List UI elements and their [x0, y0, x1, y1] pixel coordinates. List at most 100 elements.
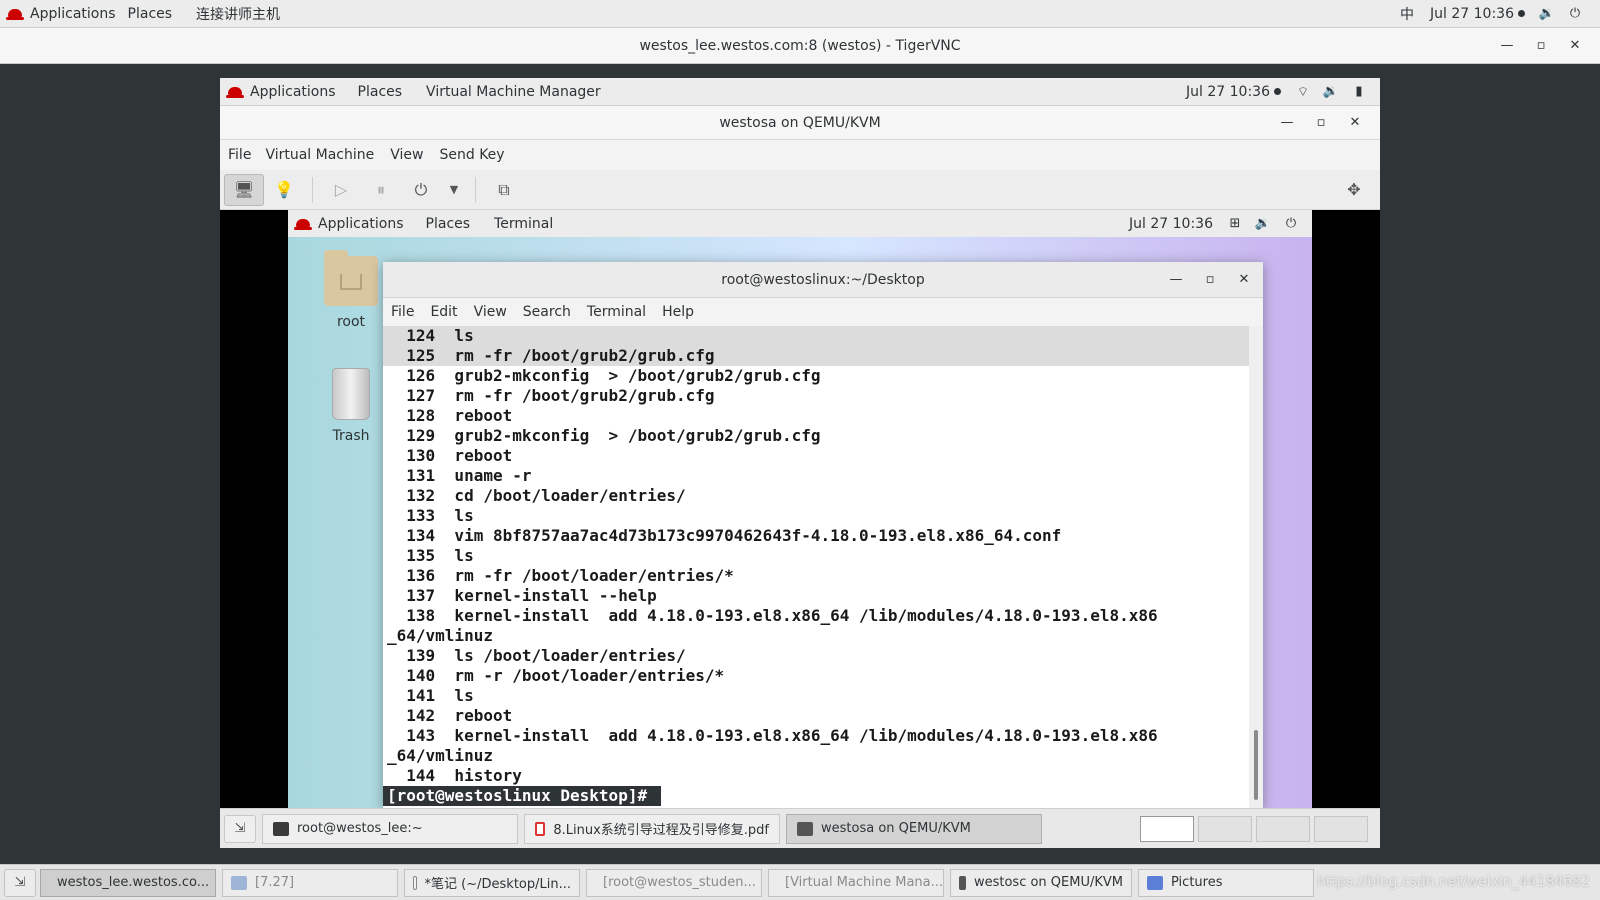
terminal-window: root@westoslinux:~/Desktop — ▫ ✕ File Ed…	[383, 262, 1263, 808]
toolbar-separator	[312, 176, 313, 203]
workspace-4[interactable]	[1314, 815, 1368, 842]
remote-clock[interactable]: Jul 27 10:36	[1178, 84, 1289, 100]
remote-task-vm[interactable]: westosa on QEMU/KVM	[786, 813, 1042, 844]
show-desktop-icon[interactable]: ⇲	[224, 814, 256, 843]
remote-task-terminal[interactable]: root@westos_lee:~	[262, 813, 518, 844]
remote-task-pdf[interactable]: 8.Linux系统引导过程及引导修复.pdf	[524, 813, 780, 844]
terminal-cursor	[670, 788, 681, 805]
shutdown-dropdown-icon[interactable]: ▼	[441, 174, 467, 206]
snapshot-icon[interactable]: ⧉	[484, 174, 524, 206]
host-task-terminal[interactable]: [root@westos_studen...	[586, 868, 762, 897]
host-task-label: westosc on QEMU/KVM	[973, 875, 1123, 890]
close-icon[interactable]: ✕	[1558, 38, 1592, 53]
console-view-icon[interactable]: 🖥	[224, 173, 264, 206]
host-places-menu[interactable]: Places	[116, 6, 185, 22]
workspace-1[interactable]	[1140, 815, 1194, 842]
host-clock[interactable]: Jul 27 10:36	[1422, 6, 1533, 22]
remote-task-label: 8.Linux系统引导过程及引导修复.pdf	[553, 823, 769, 838]
host-task-pictures[interactable]: Pictures	[1138, 868, 1314, 897]
show-desktop-icon[interactable]: ⇲	[4, 868, 36, 897]
guest-desktop[interactable]: Applications Places Terminal Jul 27 10:3…	[288, 210, 1312, 808]
minimize-icon[interactable]: —	[1490, 38, 1524, 53]
maximize-icon[interactable]: ▫	[1193, 272, 1227, 287]
host-task-vnc[interactable]: westos_lee.westos.co...	[40, 868, 216, 897]
terminal-line: 138 kernel-install add 4.18.0-193.el8.x8…	[387, 606, 1158, 625]
terminal-menu-view[interactable]: View	[466, 304, 515, 320]
guest-places-menu[interactable]: Places	[414, 216, 483, 232]
remote-places-menu[interactable]: Places	[346, 84, 415, 100]
terminal-app-icon	[273, 821, 289, 836]
volume-icon[interactable]: 🔉	[1252, 213, 1274, 235]
minimize-icon[interactable]: —	[1159, 272, 1193, 287]
volume-icon[interactable]: 🔉	[1536, 3, 1558, 25]
vm-menu-file[interactable]: File	[222, 147, 257, 163]
fullscreen-icon[interactable]: ✥	[1334, 174, 1374, 206]
maximize-icon[interactable]: ▫	[1304, 115, 1338, 130]
host-task-label: [7.27]	[255, 875, 295, 890]
vm-console[interactable]: Applications Places Terminal Jul 27 10:3…	[220, 210, 1380, 808]
redhat-logo-icon	[226, 87, 244, 98]
vm-window-titlebar: westosa on QEMU/KVM — ▫ ✕	[220, 106, 1380, 140]
pause-icon[interactable]: ⏸	[361, 174, 401, 206]
vnc-window-controls: — ▫ ✕	[1490, 28, 1592, 63]
host-custom-app-menu[interactable]: 连接讲师主机	[184, 4, 292, 24]
terminal-title: root@westoslinux:~/Desktop	[721, 271, 925, 288]
terminal-line: 124 ls	[383, 326, 1249, 346]
minimize-icon[interactable]: —	[1270, 115, 1304, 130]
close-icon[interactable]: ✕	[1227, 272, 1261, 287]
vm-menubar: File Virtual Machine View Send Key	[220, 140, 1380, 170]
host-task-westosc[interactable]: westosc on QEMU/KVM	[950, 868, 1132, 897]
host-top-bar: Applications Places 连接讲师主机 中 Jul 27 10:3…	[0, 0, 1600, 28]
home-folder-label: root	[336, 314, 366, 330]
terminal-prompt: [root@westoslinux Desktop]#	[383, 786, 661, 806]
close-icon[interactable]: ✕	[1338, 115, 1372, 130]
terminal-menu-terminal[interactable]: Terminal	[579, 304, 654, 320]
text-editor-icon	[413, 875, 417, 890]
trash-label: Trash	[332, 428, 370, 444]
host-task-notes[interactable]: *笔记 (~/Desktop/Lin...	[404, 868, 580, 897]
host-applications-menu[interactable]: Applications	[0, 6, 116, 22]
remote-clock-label: Jul 27 10:36	[1186, 83, 1270, 100]
network-icon[interactable]: ⊞	[1224, 213, 1246, 235]
terminal-menu-help[interactable]: Help	[654, 304, 702, 320]
guest-terminal-menu[interactable]: Terminal	[482, 216, 565, 232]
workspace-3[interactable]	[1256, 815, 1310, 842]
vm-app-icon	[797, 821, 813, 836]
redhat-logo-icon	[294, 219, 312, 230]
vm-window-title: westosa on QEMU/KVM	[719, 114, 881, 131]
volume-icon[interactable]: 🔉	[1320, 81, 1342, 103]
guest-clock[interactable]: Jul 27 10:36	[1121, 216, 1221, 232]
terminal-menu-search[interactable]: Search	[515, 304, 579, 320]
pdf-app-icon	[535, 821, 546, 836]
terminal-line: 129 grub2-mkconfig > /boot/grub2/grub.cf…	[387, 426, 821, 445]
power-icon[interactable]: ⏻	[1564, 3, 1586, 25]
details-view-icon[interactable]: 💡	[264, 174, 304, 206]
terminal-line: 127 rm -fr /boot/grub2/grub.cfg	[387, 386, 715, 405]
remote-vmm-menu[interactable]: Virtual Machine Manager	[414, 84, 613, 100]
run-icon[interactable]: ▷	[321, 174, 361, 206]
terminal-menu-file[interactable]: File	[383, 304, 422, 320]
desktop-home-folder[interactable]: root	[316, 250, 386, 330]
host-task-doc[interactable]: [7.27]	[222, 868, 398, 897]
vm-menu-virtual-machine[interactable]: Virtual Machine	[257, 147, 382, 163]
remote-task-label: root@westos_lee:~	[297, 821, 423, 836]
remote-applications-menu[interactable]: Applications	[250, 84, 346, 100]
vm-menu-send-key[interactable]: Send Key	[431, 147, 512, 163]
power-icon[interactable]: ⏻	[1280, 213, 1302, 235]
workspace-2[interactable]	[1198, 815, 1252, 842]
input-method-indicator[interactable]: 中	[1392, 4, 1422, 24]
terminal-output[interactable]: 124 ls 125 rm -fr /boot/grub2/grub.cfg 1…	[383, 326, 1249, 808]
host-taskbar: ⇲ westos_lee.westos.co... [7.27] *笔记 (~/…	[0, 864, 1600, 900]
wifi-icon[interactable]: ⌔	[1292, 81, 1314, 103]
shutdown-icon[interactable]: ⏻	[401, 174, 441, 206]
guest-applications-menu[interactable]: Applications	[318, 216, 414, 232]
scrollbar-thumb[interactable]	[1254, 730, 1258, 800]
terminal-menu-edit[interactable]: Edit	[422, 304, 465, 320]
vm-menu-view[interactable]: View	[382, 147, 431, 163]
host-task-vmm[interactable]: [Virtual Machine Mana...	[768, 868, 944, 897]
notification-dot-icon	[1274, 88, 1281, 95]
maximize-icon[interactable]: ▫	[1524, 38, 1558, 53]
desktop-trash[interactable]: Trash	[316, 368, 386, 444]
battery-icon[interactable]: ▮	[1348, 81, 1370, 103]
terminal-scrollbar[interactable]	[1249, 326, 1263, 808]
